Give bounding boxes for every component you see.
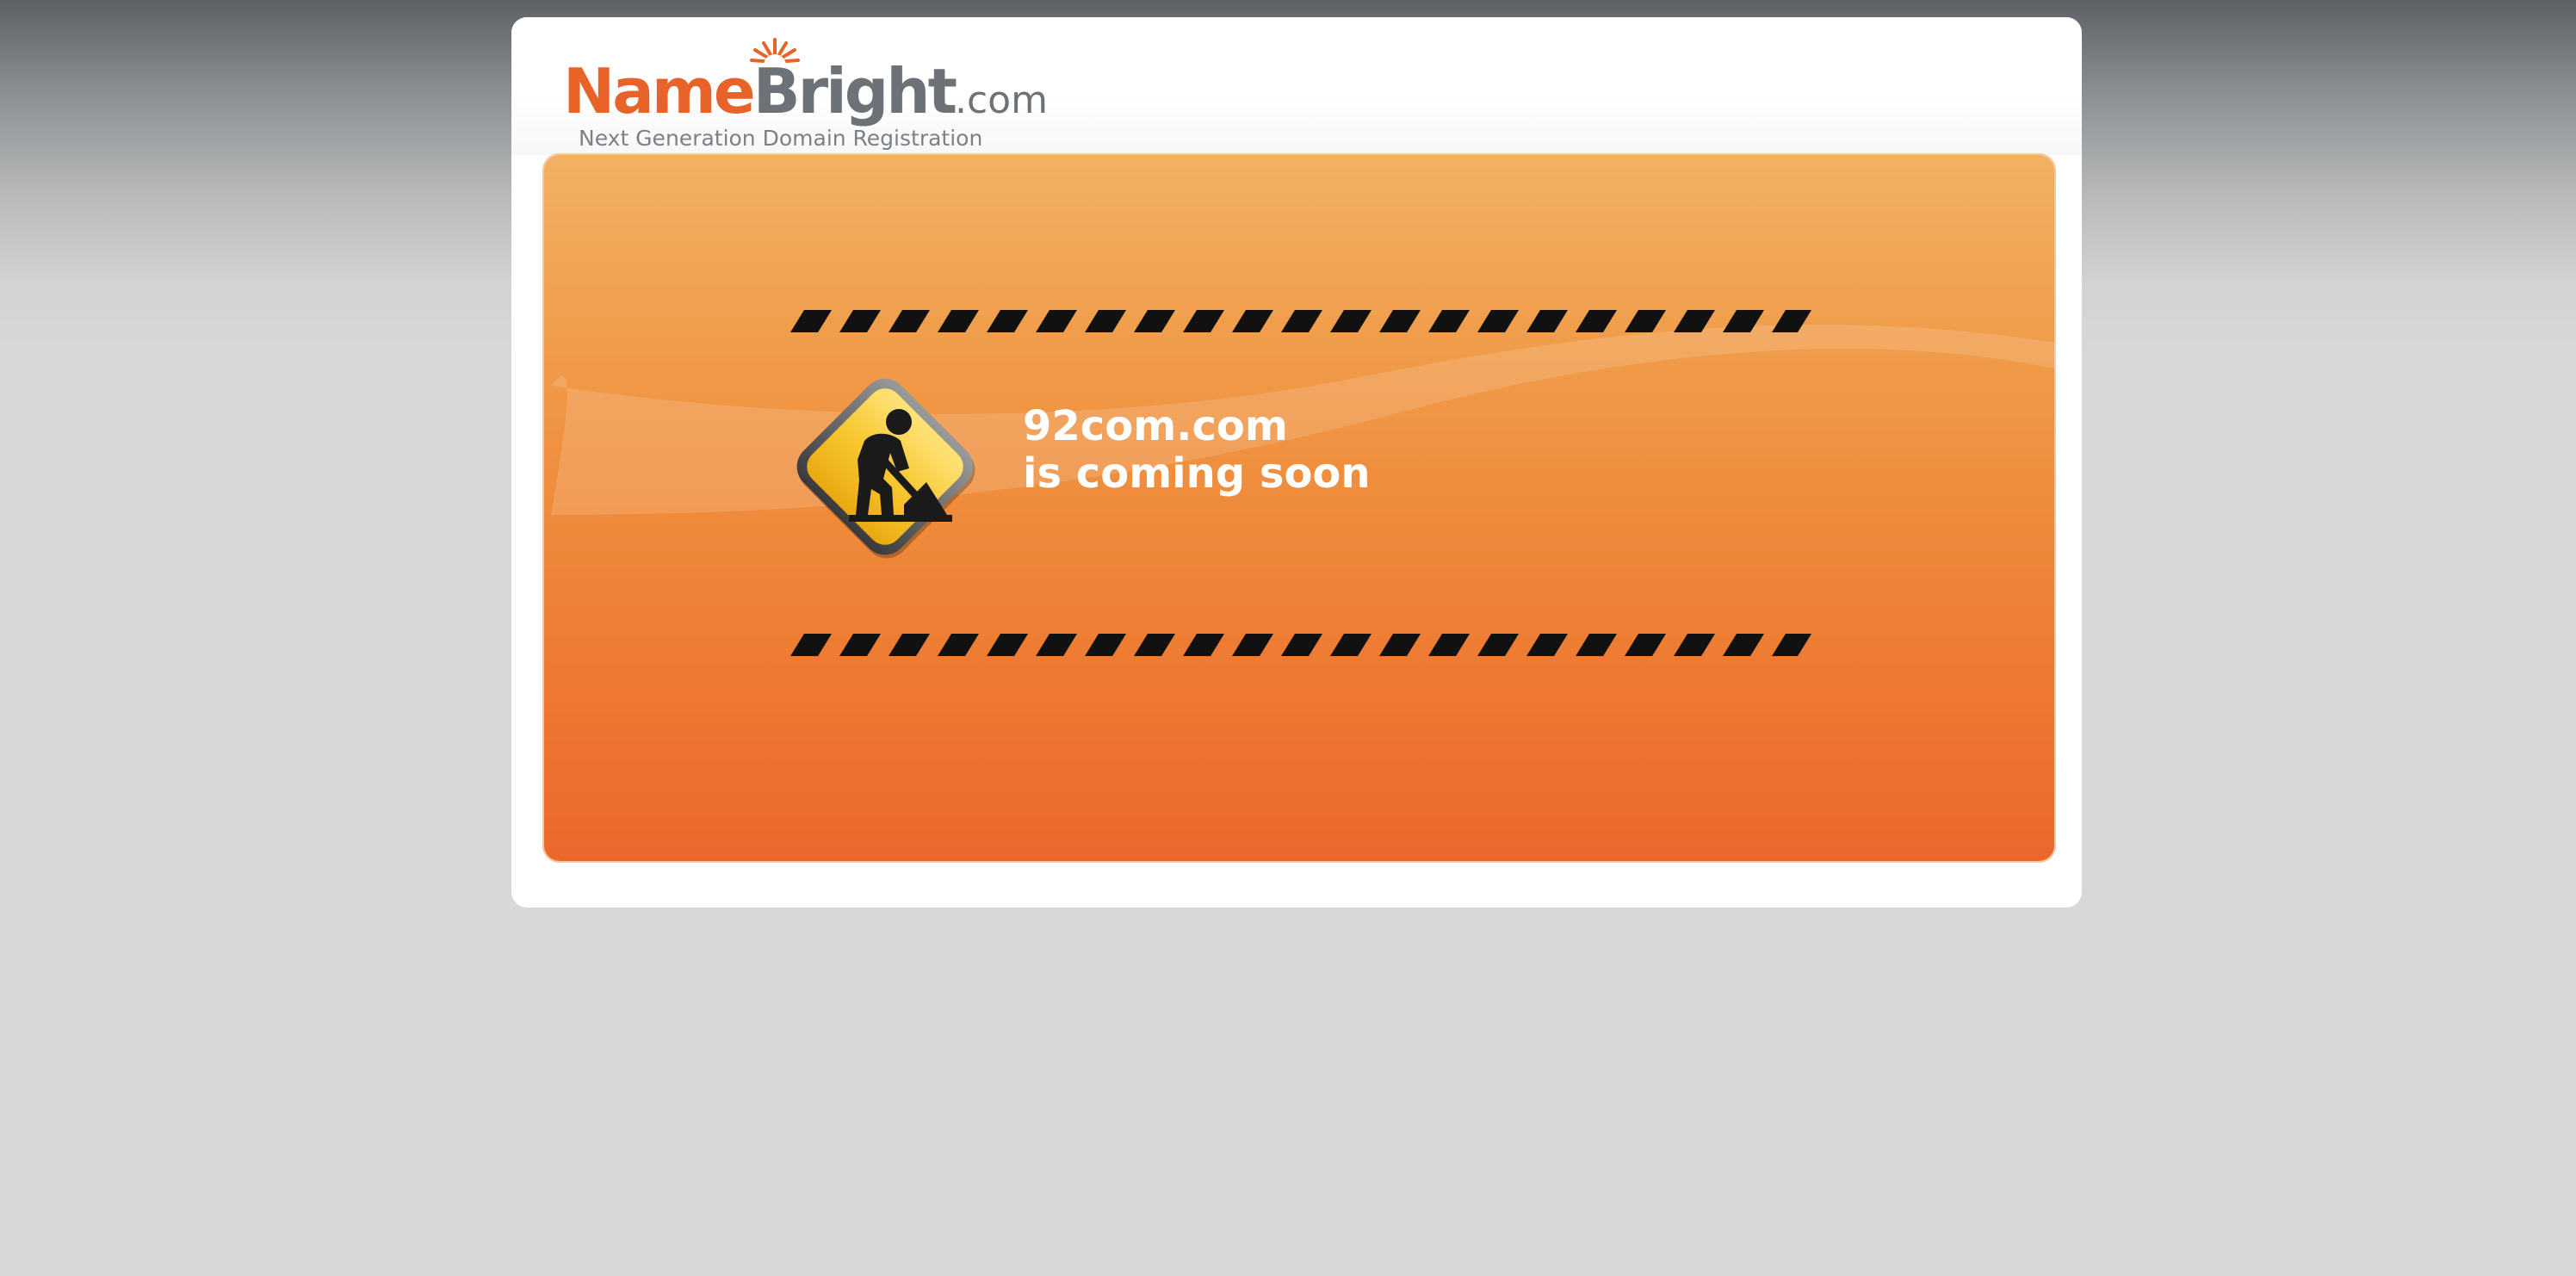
coming-soon-status: is coming soon: [1023, 449, 1371, 498]
domain-name: 92com.com: [1023, 402, 1288, 450]
panel-swoosh-decoration: [551, 325, 2056, 515]
hazard-stripe-bottom: [790, 634, 1811, 656]
header: NameBright.com Next Generation Domain Re…: [511, 17, 2082, 155]
logo-wordmark: NameBright.com: [563, 60, 1048, 122]
coming-soon-panel: 92com.com is coming soon: [542, 153, 2056, 863]
logo-tld-text: .com: [954, 78, 1048, 122]
logo-bright-text: Bright: [752, 55, 957, 127]
construction-worker-icon: [796, 378, 975, 559]
namebright-logo[interactable]: NameBright.com Next Generation Domain Re…: [563, 36, 1048, 157]
logo-tagline: Next Generation Domain Registration: [579, 126, 983, 151]
logo-name-text: Name: [563, 55, 756, 127]
hazard-stripe-top: [790, 310, 1811, 332]
page-card: NameBright.com Next Generation Domain Re…: [511, 17, 2082, 907]
coming-soon-message: 92com.com is coming soon: [1023, 403, 1371, 498]
